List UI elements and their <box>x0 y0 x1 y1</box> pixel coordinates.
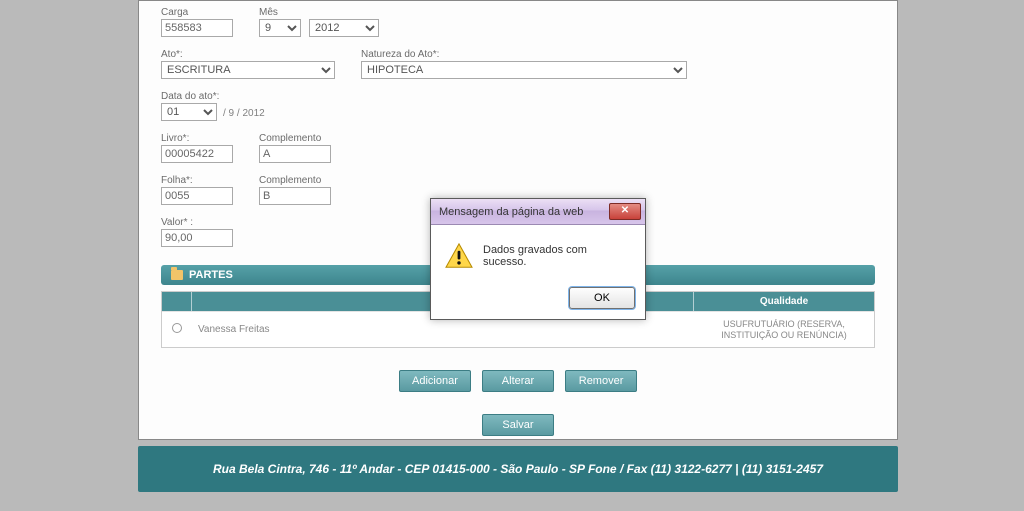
grid-col-qualidade: Qualidade <box>694 292 874 311</box>
date-trail: / 9 / 2012 <box>223 108 265 121</box>
select-dia[interactable]: 01 <box>161 103 217 121</box>
btn-remover[interactable]: Remover <box>565 370 637 392</box>
input-livro[interactable] <box>161 145 233 163</box>
label-data-ato: Data do ato*: <box>161 91 265 102</box>
input-carga[interactable] <box>161 19 233 37</box>
dialog-message: Dados gravados com sucesso. <box>483 244 633 268</box>
dialog-title: Mensagem da página da web <box>439 206 583 218</box>
select-ano[interactable]: 2012 <box>309 19 379 37</box>
input-comp-folha[interactable] <box>259 187 331 205</box>
label-folha: Folha*: <box>161 175 233 186</box>
dialog-ok-button[interactable]: OK <box>569 287 635 309</box>
input-valor[interactable] <box>161 229 233 247</box>
select-natureza[interactable]: HIPOTECA <box>361 61 687 79</box>
section-partes-title: PARTES <box>189 269 233 281</box>
alert-dialog: Mensagem da página da web ✕ Dados gravad… <box>430 198 646 320</box>
label-comp-folha: Complemento <box>259 175 331 186</box>
row-qualidade: USUFRUTUÁRIO (RESERVA, INSTITUIÇÃO OU RE… <box>694 315 874 345</box>
label-ato: Ato*: <box>161 49 335 60</box>
btn-salvar[interactable]: Salvar <box>482 414 554 436</box>
dialog-close-button[interactable]: ✕ <box>609 203 641 220</box>
select-mes[interactable]: 9 <box>259 19 301 37</box>
select-ato[interactable]: ESCRITURA <box>161 61 335 79</box>
label-carga: Carga <box>161 7 233 18</box>
btn-adicionar[interactable]: Adicionar <box>399 370 471 392</box>
input-comp-livro[interactable] <box>259 145 331 163</box>
row-radio[interactable] <box>172 323 182 333</box>
label-natureza: Natureza do Ato*: <box>361 49 687 60</box>
label-livro: Livro*: <box>161 133 233 144</box>
folder-icon <box>171 270 183 280</box>
btn-alterar[interactable]: Alterar <box>482 370 554 392</box>
grid-col-select <box>162 292 192 311</box>
warning-icon <box>445 243 473 269</box>
label-mes: Mês <box>259 7 379 18</box>
label-valor: Valor* : <box>161 217 233 228</box>
input-folha[interactable] <box>161 187 233 205</box>
row-nome: Vanessa Freitas <box>192 320 694 339</box>
label-comp-livro: Complemento <box>259 133 331 144</box>
page-footer: Rua Bela Cintra, 746 - 11º Andar - CEP 0… <box>138 446 898 492</box>
